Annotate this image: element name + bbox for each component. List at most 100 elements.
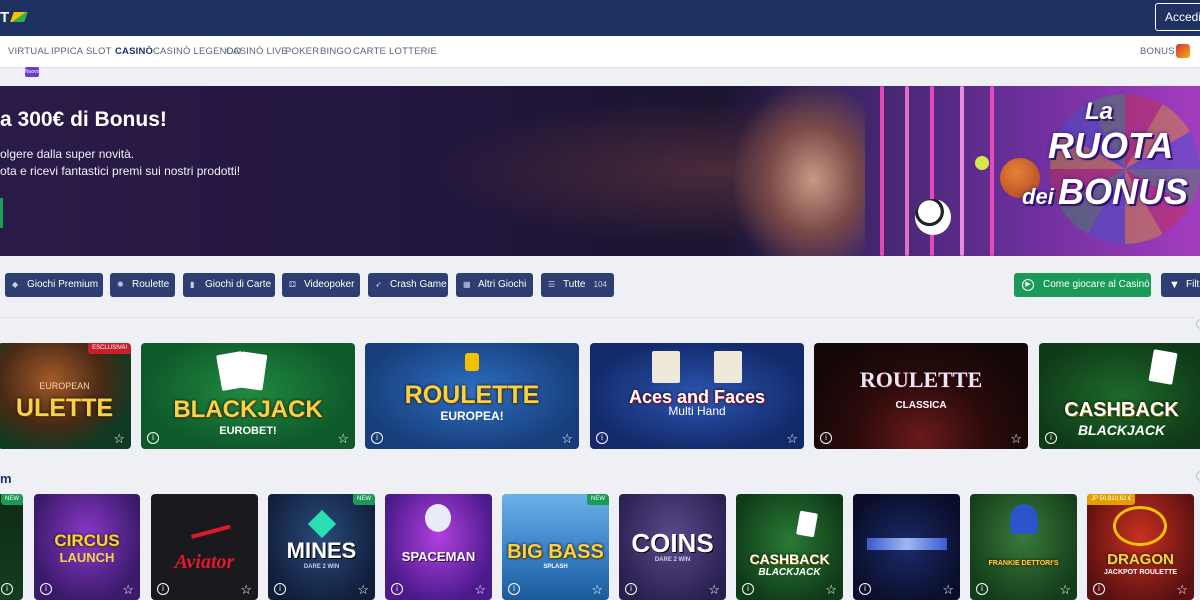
info-icon[interactable]: i — [820, 432, 832, 444]
favorite-star-icon[interactable]: ☆ — [561, 432, 573, 446]
neon-light-decoration — [905, 86, 909, 256]
info-icon[interactable]: i — [371, 432, 383, 444]
tennis-ball-icon — [975, 156, 989, 170]
info-icon[interactable]: i — [391, 583, 403, 595]
play-icon: ▶ — [1022, 279, 1034, 291]
main-nav: Nuovo! VIRTUAL IPPICA SLOT CASINÒ CASINÒ… — [0, 36, 1200, 77]
favorite-star-icon[interactable]: ☆ — [240, 583, 252, 597]
info-icon[interactable]: i — [976, 583, 988, 595]
game-card-cashback-blackjack-small[interactable]: CASHBACK BLACKJACK i ☆ — [736, 494, 843, 600]
favorite-star-icon[interactable]: ☆ — [474, 583, 486, 597]
game-card-circus-launch[interactable]: CIRCUS LAUNCH i ☆ — [34, 494, 140, 600]
favorite-star-icon[interactable]: ☆ — [122, 583, 134, 597]
info-icon[interactable]: i — [157, 583, 169, 595]
info-icon[interactable]: i — [742, 583, 754, 595]
game-card-spaceman[interactable]: SPACEMAN i ☆ — [385, 494, 492, 600]
game-title: ULETTE — [15, 394, 114, 422]
login-button[interactable]: Accedi — [1155, 3, 1200, 31]
favorite-star-icon[interactable]: ☆ — [786, 432, 798, 446]
info-icon[interactable]: i — [40, 583, 52, 595]
game-card-aviator[interactable]: Aviator i ☆ — [151, 494, 258, 600]
how-to-play-label: Come giocare al Casinò — [1043, 279, 1150, 290]
favorite-star-icon[interactable]: ☆ — [1010, 432, 1022, 446]
favorite-star-icon[interactable]: ☆ — [708, 583, 720, 597]
game-card-big-bass-splash[interactable]: NEW BIG BASS SPLASH i ☆ — [502, 494, 609, 600]
game-title: DRAGON — [1107, 551, 1174, 568]
game-title: FRANKIE DETTORI'S — [988, 560, 1059, 567]
nav-item-poker[interactable]: POKER — [285, 46, 319, 57]
nav-item-bingo[interactable]: BINGO — [320, 46, 352, 57]
filter-crash-game[interactable]: ➶ Crash Game — [368, 273, 448, 297]
roulette-icon: ✺ — [117, 280, 124, 289]
game-card-blackjack-eurobet[interactable]: BLACKJACK EUROBET! i ☆ — [141, 343, 355, 449]
info-icon[interactable]: i — [859, 583, 871, 595]
nav-item-virtual[interactable]: VIRTUAL — [8, 46, 49, 57]
filter-label: Roulette — [132, 279, 170, 290]
game-card-partial[interactable]: NEW i — [0, 494, 23, 600]
game-card-dark[interactable]: i ☆ — [853, 494, 960, 600]
info-icon[interactable]: i — [596, 432, 608, 444]
filter-button[interactable]: ▼ Filtri — [1161, 273, 1200, 297]
face-card-icon — [714, 351, 742, 383]
game-card-dragon-jackpot-roulette[interactable]: JP 50.810,62 € DRAGON JACKPOT ROULETTE i… — [1087, 494, 1194, 600]
logo-mark-icon — [10, 12, 28, 22]
neon-light-decoration — [990, 86, 994, 256]
game-title: CIRCUS — [54, 531, 120, 550]
info-icon[interactable]: i — [625, 583, 637, 595]
game-card-aces-and-faces[interactable]: Aces and Faces Multi Hand i ☆ — [590, 343, 804, 449]
nav-item-casino-live[interactable]: CASINÒ LIVE — [226, 46, 288, 57]
carousel-next-icon[interactable] — [1196, 319, 1200, 329]
new-badge: Nuovo! — [25, 67, 41, 77]
nav-item-casino[interactable]: CASINÒ — [115, 46, 153, 57]
game-card-coins[interactable]: COINS DARE 2 WIN i ☆ — [619, 494, 726, 600]
filter-label: Crash Game — [390, 279, 447, 290]
favorite-star-icon[interactable]: ☆ — [113, 432, 125, 446]
game-title: ROULETTE — [859, 367, 983, 392]
favorite-star-icon[interactable]: ☆ — [591, 583, 603, 597]
nav-item-slot[interactable]: SLOT — [86, 46, 112, 57]
game-card-roulette-classica[interactable]: ROULETTE CLASSICA i ☆ — [814, 343, 1028, 449]
filter-videopoker[interactable]: ⚃ Videopoker — [282, 273, 360, 297]
favorite-star-icon[interactable]: ☆ — [942, 583, 954, 597]
banner-broken-wall-decoration — [735, 86, 865, 256]
info-icon[interactable]: i — [1, 583, 13, 595]
filter-giochi-premium[interactable]: ◆ Giochi Premium — [5, 273, 103, 297]
filter-roulette[interactable]: ✺ Roulette — [110, 273, 175, 297]
eurobet-logo[interactable]: T — [0, 6, 28, 28]
soccer-ball-icon — [915, 199, 951, 235]
ruota-ruota-text: RUOTA — [1048, 125, 1174, 166]
face-card-icon — [652, 351, 680, 383]
nav-item-lotterie[interactable]: LOTTERIE — [389, 46, 437, 57]
game-card-mines[interactable]: NEW MINES DARE 2 WIN i ☆ — [268, 494, 375, 600]
dice-icon: ⚃ — [289, 280, 296, 289]
info-icon[interactable]: i — [147, 432, 159, 444]
filter-giochi-di-carte[interactable]: ▮ Giochi di Carte — [183, 273, 275, 297]
banner-title: a 300€ di Bonus! — [0, 108, 167, 131]
info-icon[interactable]: i — [508, 583, 520, 595]
nav-item-bonus[interactable]: BONUS — [1140, 46, 1175, 57]
filter-tutte[interactable]: ☰ Tutte 104 — [541, 273, 614, 297]
how-to-play-button[interactable]: ▶ Come giocare al Casinò — [1014, 273, 1151, 297]
filter-count: 104 — [593, 280, 607, 289]
nav-item-ippica[interactable]: IPPICA — [51, 46, 83, 57]
game-card-european-roulette[interactable]: ESCLUSIVA! EUROPEAN ULETTE ☆ — [0, 343, 131, 449]
favorite-star-icon[interactable]: ☆ — [825, 583, 837, 597]
favorite-star-icon[interactable]: ☆ — [337, 432, 349, 446]
game-card-cashback-blackjack[interactable]: CASHBACK BLACKJACK i — [1039, 343, 1200, 449]
game-title: ROULETTE — [404, 381, 540, 409]
game-card-frankie-dettori[interactable]: FRANKIE DETTORI'S i ☆ — [970, 494, 1077, 600]
gift-icon[interactable] — [1176, 44, 1190, 58]
ruota-dei-bonus-logo: La RUOTA dei BONUS — [1022, 94, 1200, 248]
banner-cta-button[interactable] — [0, 198, 3, 228]
favorite-star-icon[interactable]: ☆ — [357, 583, 369, 597]
info-icon[interactable]: i — [274, 583, 286, 595]
nav-item-carte[interactable]: CARTE — [353, 46, 386, 57]
ruota-bonus-text: BONUS — [1058, 171, 1189, 212]
game-card-roulette-europea[interactable]: ROULETTE EUROPEA! i ☆ — [365, 343, 579, 449]
info-icon[interactable]: i — [1093, 583, 1105, 595]
info-icon[interactable]: i — [1045, 432, 1057, 444]
carousel-next-icon[interactable] — [1196, 471, 1200, 481]
favorite-star-icon[interactable]: ☆ — [1059, 583, 1071, 597]
favorite-star-icon[interactable]: ☆ — [1176, 583, 1188, 597]
filter-altri-giochi[interactable]: ▦ Altri Giochi — [456, 273, 533, 297]
